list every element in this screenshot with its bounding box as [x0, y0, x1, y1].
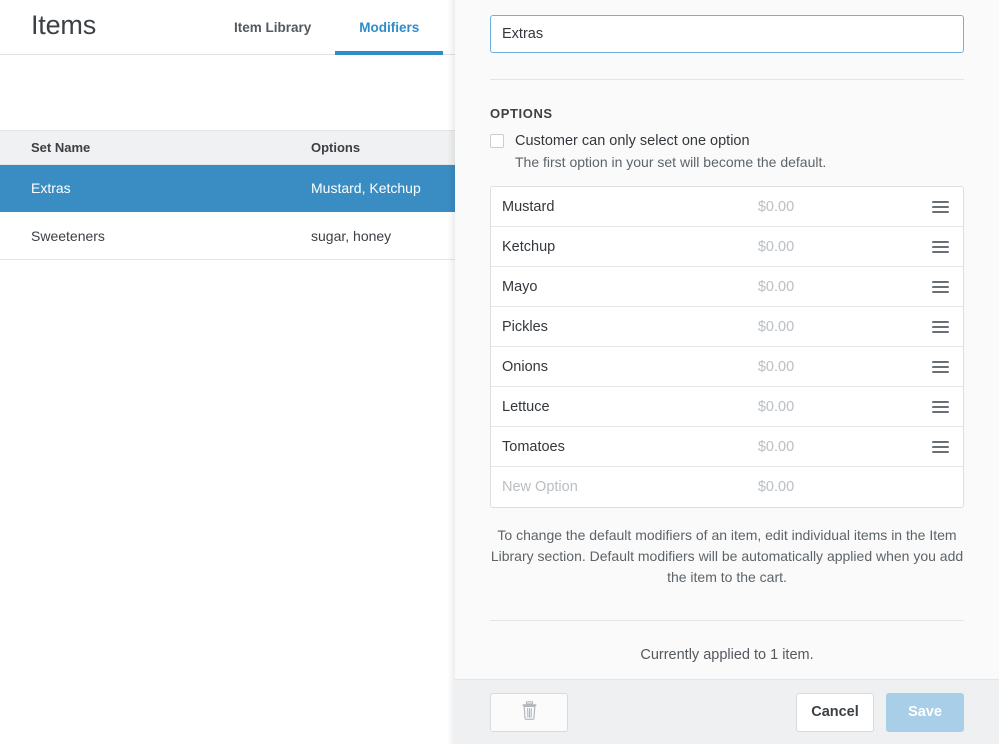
drag-handle-icon[interactable]: [927, 394, 953, 420]
options-list: Mustard $0.00 Ketchup $0.00 Mayo $0.00 P…: [490, 186, 964, 508]
option-name[interactable]: Pickles: [491, 319, 721, 335]
single-select-row: Customer can only select one option The …: [490, 132, 964, 172]
modal-body: OPTIONS Customer can only select one opt…: [455, 0, 999, 679]
new-option-name[interactable]: New Option: [491, 479, 721, 495]
divider: [490, 79, 964, 80]
single-select-checkbox[interactable]: [490, 134, 504, 148]
option-name[interactable]: Mustard: [491, 199, 721, 215]
option-row: Lettuce $0.00: [491, 387, 963, 427]
option-row: Tomatoes $0.00: [491, 427, 963, 467]
single-select-labels: Customer can only select one option The …: [515, 132, 826, 172]
option-row: Onions $0.00: [491, 347, 963, 387]
tab-modifiers[interactable]: Modifiers: [335, 0, 444, 55]
delete-set-button[interactable]: [490, 692, 568, 732]
modal-footer: Cancel Save: [455, 679, 999, 744]
trash-icon: [521, 700, 538, 724]
drag-handle-icon[interactable]: [927, 274, 953, 300]
applied-count-note: Currently applied to 1 item.: [640, 647, 814, 663]
drag-handle-icon[interactable]: [927, 194, 953, 220]
option-name[interactable]: Lettuce: [491, 399, 721, 415]
option-price[interactable]: $0.00: [721, 399, 831, 415]
option-price[interactable]: $0.00: [721, 319, 831, 335]
option-row: Pickles $0.00: [491, 307, 963, 347]
new-option-row: New Option $0.00: [491, 467, 963, 507]
cell-set-name: Sweeteners: [31, 227, 105, 244]
option-price[interactable]: $0.00: [721, 279, 831, 295]
option-name[interactable]: Mayo: [491, 279, 721, 295]
modifier-set-name-input[interactable]: [490, 15, 964, 53]
drag-handle-icon[interactable]: [927, 434, 953, 460]
drag-handle-icon[interactable]: [927, 354, 953, 380]
name-field-wrapper: [490, 0, 964, 53]
option-name[interactable]: Ketchup: [491, 239, 721, 255]
option-row: Mayo $0.00: [491, 267, 963, 307]
cell-set-name: Extras: [31, 180, 71, 196]
drag-handle-icon[interactable]: [927, 314, 953, 340]
tab-item-library[interactable]: Item Library: [210, 0, 335, 55]
tab-bar: Item Library Modifiers: [210, 0, 444, 55]
modifier-set-editor-panel: OPTIONS Customer can only select one opt…: [455, 0, 999, 744]
option-row: Mustard $0.00: [491, 187, 963, 227]
helper-note: To change the default modifiers of an it…: [490, 527, 964, 585]
option-price[interactable]: $0.00: [721, 439, 831, 455]
option-price[interactable]: $0.00: [721, 239, 831, 255]
option-price[interactable]: $0.00: [721, 359, 831, 375]
page-title: Items: [31, 10, 97, 40]
column-header-set-name: Set Name: [31, 140, 91, 155]
option-name[interactable]: Tomatoes: [491, 439, 721, 455]
single-select-title: Customer can only select one option: [515, 133, 750, 149]
new-option-price[interactable]: $0.00: [721, 479, 831, 495]
app-root: Items Item Library Modifiers Set Name Op…: [0, 0, 999, 744]
single-select-subtitle: The first option in your set will become…: [515, 154, 827, 170]
options-section-heading: OPTIONS: [490, 106, 553, 121]
divider: [490, 620, 964, 621]
save-button[interactable]: Save: [886, 692, 964, 732]
option-price[interactable]: $0.00: [721, 199, 831, 215]
cancel-button[interactable]: Cancel: [796, 692, 874, 732]
option-name[interactable]: Onions: [491, 359, 721, 375]
option-row: Ketchup $0.00: [491, 227, 963, 267]
drag-handle-icon[interactable]: [927, 234, 953, 260]
